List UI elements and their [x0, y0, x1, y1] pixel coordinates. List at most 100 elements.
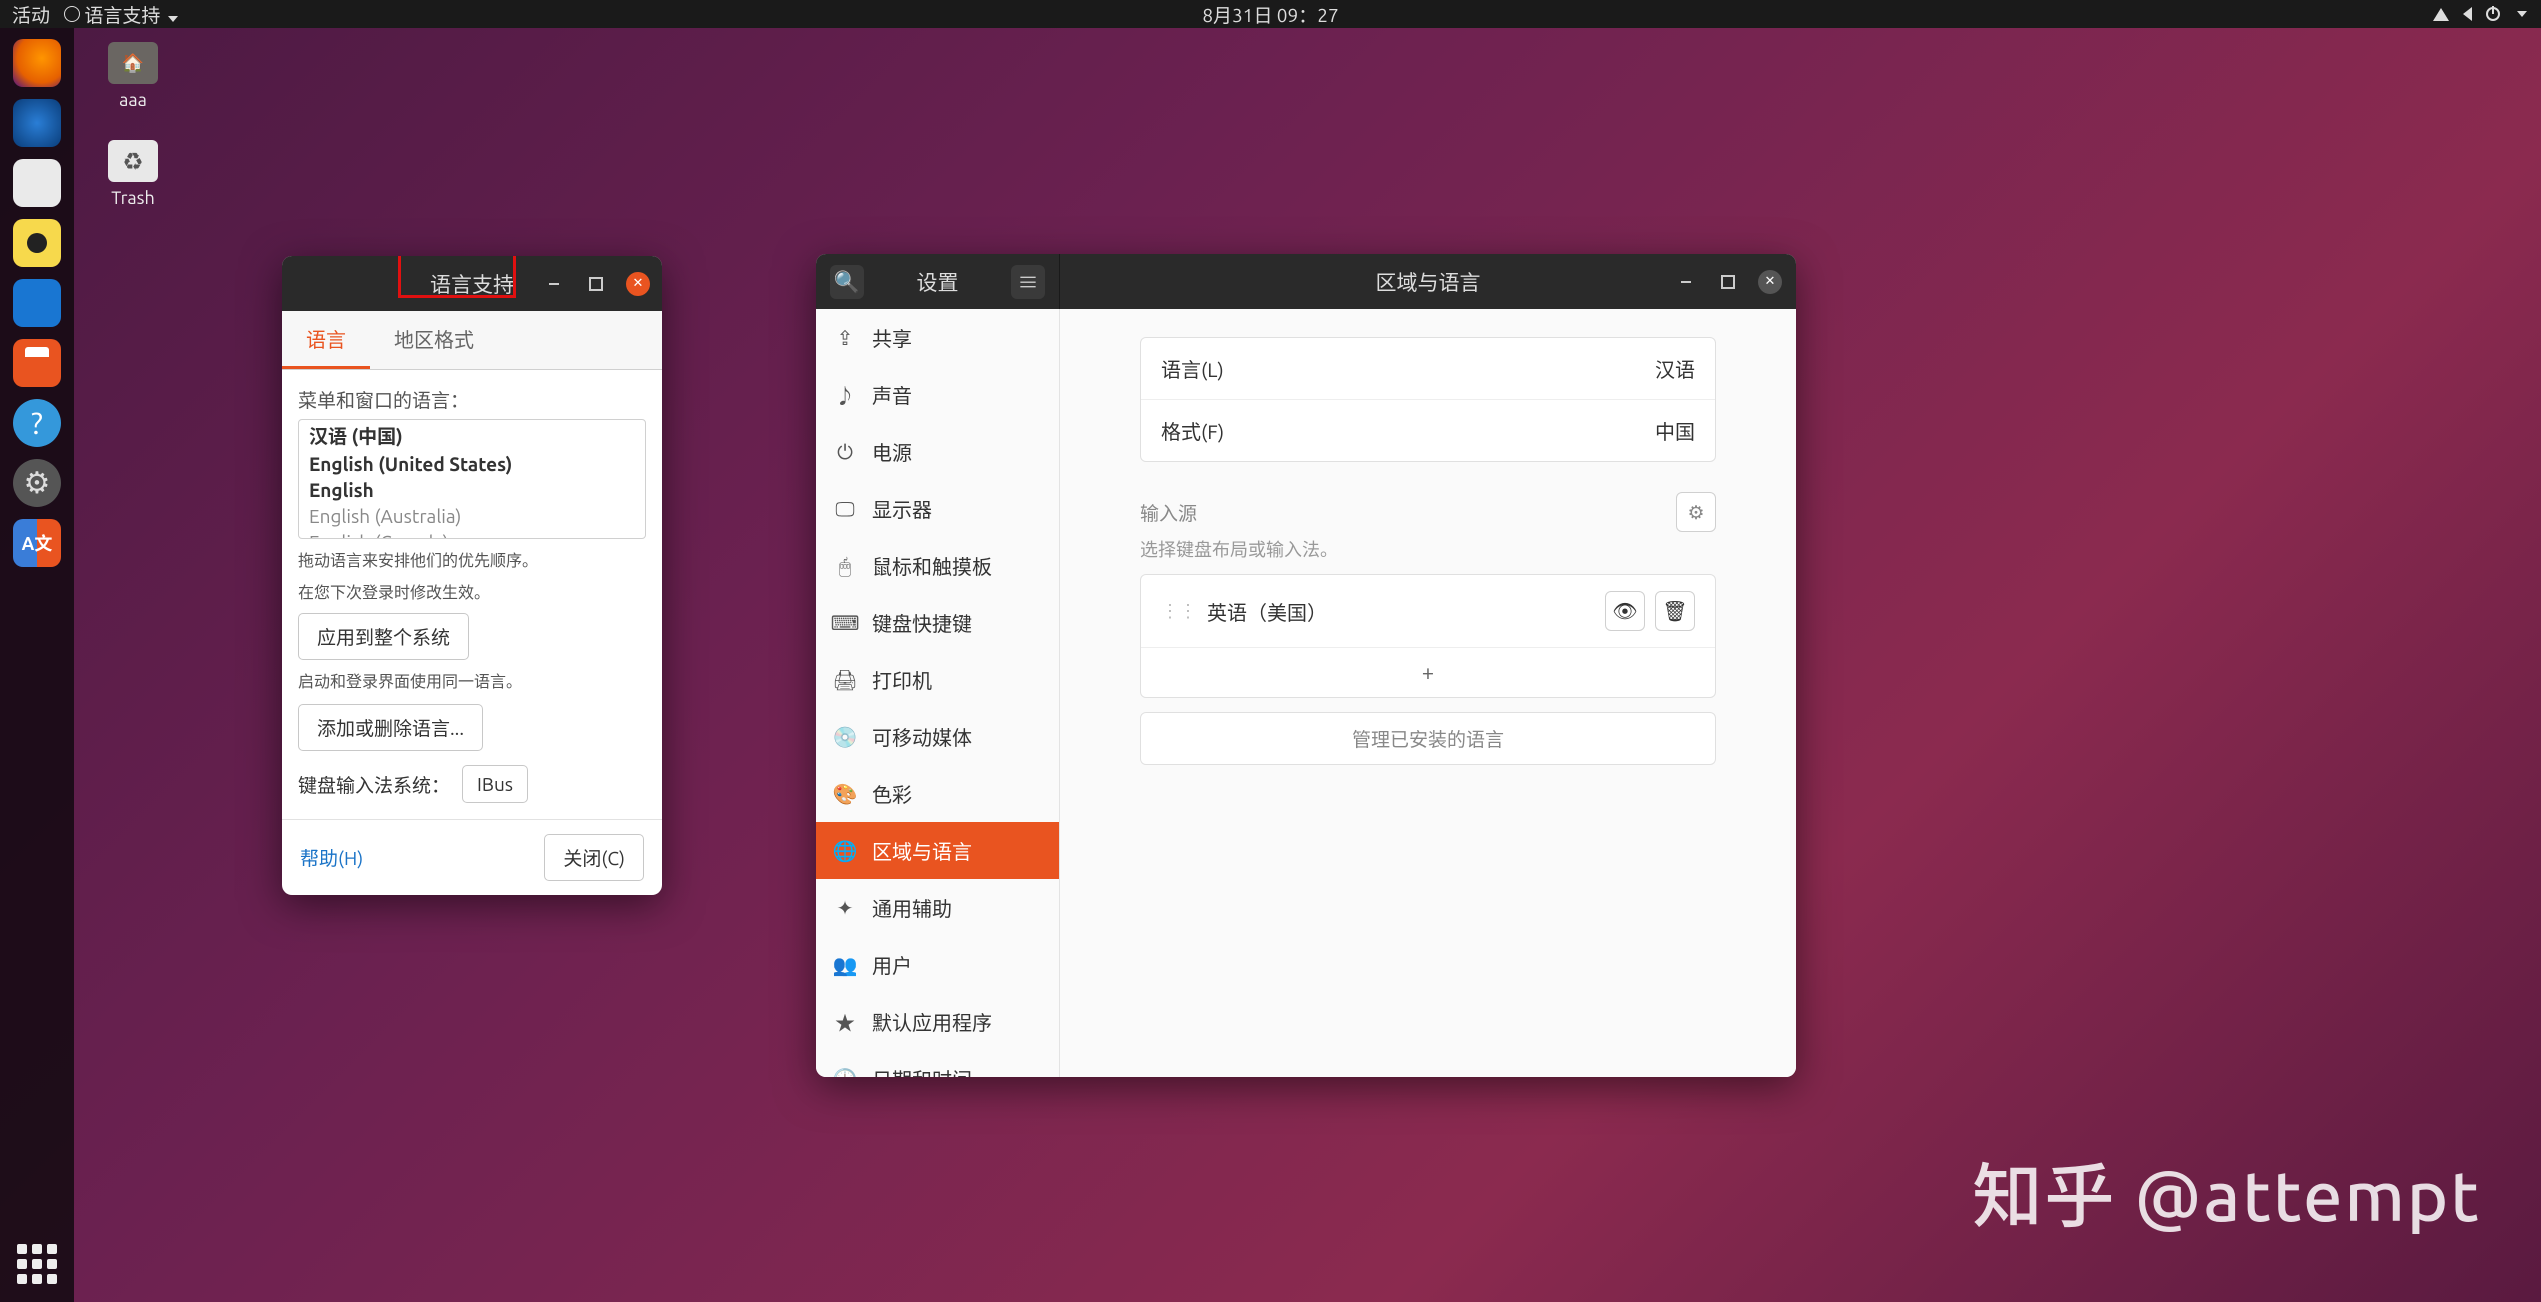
sidebar-item-region-language[interactable]: 🌐区域与语言: [816, 822, 1059, 879]
next-login-hint: 在您下次登录时修改生效。: [298, 579, 646, 603]
list-item[interactable]: English: [299, 477, 645, 503]
close-button[interactable]: 关闭(C): [544, 834, 644, 881]
dock-software[interactable]: [8, 334, 66, 392]
desktop-icon-label: Trash: [111, 188, 155, 208]
desktop-icon-label: aaa: [119, 90, 147, 110]
drag-handle-icon[interactable]: ⋮⋮: [1161, 601, 1197, 622]
close-button[interactable]: [1758, 270, 1782, 294]
sidebar-item-removable[interactable]: 💿可移动媒体: [816, 708, 1059, 765]
dock-thunderbird[interactable]: [8, 94, 66, 152]
gear-icon: ⚙: [1687, 501, 1704, 524]
sidebar-item-color[interactable]: 🎨色彩: [816, 765, 1059, 822]
clock[interactable]: 8月31日 09：27: [1202, 1, 1338, 28]
language-priority-list[interactable]: 汉语 (中国) English (United States) English …: [298, 419, 646, 539]
dock-rhythmbox[interactable]: [8, 214, 66, 272]
language-row[interactable]: 语言(L) 汉语: [1141, 338, 1715, 399]
sidebar-item-default-apps[interactable]: ★默认应用程序: [816, 993, 1059, 1050]
dock-help[interactable]: ?: [8, 394, 66, 452]
star-icon: ★: [834, 1011, 856, 1033]
sidebar-item-datetime[interactable]: 🕘日期和时间: [816, 1050, 1059, 1077]
add-input-source-button[interactable]: +: [1141, 647, 1715, 697]
list-item[interactable]: English (Australia): [299, 503, 645, 529]
sidebar-item-accessibility[interactable]: ✦通用辅助: [816, 879, 1059, 936]
window-titlebar[interactable]: 🔍 设置 ≡ 区域与语言: [816, 254, 1796, 309]
eye-icon: 👁: [1612, 599, 1637, 623]
row-value: 中国: [1655, 416, 1695, 445]
dock-firefox[interactable]: [8, 34, 66, 92]
sidebar-item-sharing[interactable]: ⇪共享: [816, 309, 1059, 366]
apply-systemwide-button[interactable]: 应用到整个系统: [298, 613, 469, 660]
minimize-button[interactable]: [1674, 270, 1698, 294]
sidebar-item-displays[interactable]: 🖵显示器: [816, 480, 1059, 537]
sidebar-item-printers[interactable]: 🖨打印机: [816, 651, 1059, 708]
app-menu[interactable]: 语言支持: [64, 1, 178, 28]
tab-language[interactable]: 语言: [282, 311, 370, 369]
manage-installed-languages-button[interactable]: 管理已安装的语言: [1140, 712, 1716, 765]
maximize-button[interactable]: [584, 272, 608, 296]
users-icon: 👥: [834, 954, 856, 976]
globe-icon: [64, 6, 80, 22]
power-icon: ⏻: [834, 441, 856, 463]
page-title: 区域与语言: [1376, 267, 1481, 297]
row-label: 格式(F): [1161, 416, 1224, 445]
globe-icon: 🌐: [834, 840, 856, 862]
hamburger-icon: ≡: [1018, 267, 1039, 297]
help-button[interactable]: 帮助(H): [300, 844, 363, 871]
search-button[interactable]: 🔍: [830, 265, 864, 299]
dock-language-support[interactable]: A文: [8, 514, 66, 572]
window-title: 语言支持: [430, 269, 514, 299]
dock-files[interactable]: [8, 154, 66, 212]
list-item[interactable]: English (Canada): [299, 529, 645, 539]
settings-window: 🔍 设置 ≡ 区域与语言 ⇪共享 ♪声音 ⏻电源 🖵显示器 🖱鼠标和触摸板 ⌨键…: [816, 254, 1796, 1077]
sidebar-item-mouse[interactable]: 🖱鼠标和触摸板: [816, 537, 1059, 594]
menu-language-label: 菜单和窗口的语言：: [298, 386, 646, 413]
view-layout-button[interactable]: 👁: [1605, 591, 1645, 631]
power-icon[interactable]: [2486, 7, 2500, 21]
folder-icon: 🏠: [108, 42, 158, 84]
sidebar-item-users[interactable]: 👥用户: [816, 936, 1059, 993]
clock-icon: 🕘: [834, 1068, 856, 1078]
media-icon: 💿: [834, 726, 856, 748]
minimize-button[interactable]: [542, 272, 566, 296]
top-bar: 活动 语言支持 8月31日 09：27: [0, 0, 2541, 28]
search-icon: 🔍: [834, 269, 860, 295]
sound-icon: ♪: [834, 384, 856, 406]
dock-settings[interactable]: ⚙: [8, 454, 66, 512]
settings-sidebar: ⇪共享 ♪声音 ⏻电源 🖵显示器 🖱鼠标和触摸板 ⌨键盘快捷键 🖨打印机 💿可移…: [816, 309, 1060, 1077]
sidebar-item-sound[interactable]: ♪声音: [816, 366, 1059, 423]
sidebar-item-power[interactable]: ⏻电源: [816, 423, 1059, 480]
hamburger-menu-button[interactable]: ≡: [1011, 265, 1045, 299]
input-source-item[interactable]: ⋮⋮ 英语（美国） 👁 🗑: [1141, 575, 1715, 647]
language-support-window: 语言支持 语言 地区格式 菜单和窗口的语言： 汉语 (中国) English (…: [282, 256, 662, 895]
remove-input-button[interactable]: 🗑: [1655, 591, 1695, 631]
keyboard-icon: ⌨: [834, 612, 856, 634]
single-language-hint: 启动和登录界面使用同一语言。: [298, 668, 646, 692]
dock-writer[interactable]: [8, 274, 66, 332]
input-source-settings-button[interactable]: ⚙: [1676, 492, 1716, 532]
share-icon: ⇪: [834, 327, 856, 349]
input-method-dropdown[interactable]: IBus: [462, 765, 528, 803]
tab-regional-formats[interactable]: 地区格式: [370, 311, 498, 369]
activities-button[interactable]: 活动: [12, 1, 50, 28]
window-titlebar[interactable]: 语言支持: [282, 256, 662, 311]
list-item[interactable]: 汉语 (中国): [299, 420, 645, 451]
network-icon[interactable]: [2433, 8, 2449, 21]
volume-icon[interactable]: [2463, 7, 2472, 21]
add-remove-languages-button[interactable]: 添加或删除语言...: [298, 704, 483, 751]
list-item[interactable]: English (United States): [299, 451, 645, 477]
desktop-folder-aaa[interactable]: 🏠 aaa: [108, 42, 158, 110]
desktop-trash[interactable]: ♻ Trash: [108, 140, 158, 208]
input-source-name: 英语（美国）: [1207, 597, 1595, 626]
input-sources-hint: 选择键盘布局或输入法。: [1140, 536, 1716, 562]
show-applications-button[interactable]: [17, 1244, 57, 1284]
chevron-down-icon: [168, 16, 178, 22]
sidebar-item-keyboard[interactable]: ⌨键盘快捷键: [816, 594, 1059, 651]
chevron-down-icon[interactable]: [2517, 11, 2527, 17]
printer-icon: 🖨: [834, 669, 856, 691]
maximize-button[interactable]: [1716, 270, 1740, 294]
formats-row[interactable]: 格式(F) 中国: [1141, 399, 1715, 461]
watermark: 知乎 @attempt: [1972, 1141, 2481, 1242]
mouse-icon: 🖱: [834, 555, 856, 577]
color-icon: 🎨: [834, 783, 856, 805]
close-button[interactable]: [626, 272, 650, 296]
